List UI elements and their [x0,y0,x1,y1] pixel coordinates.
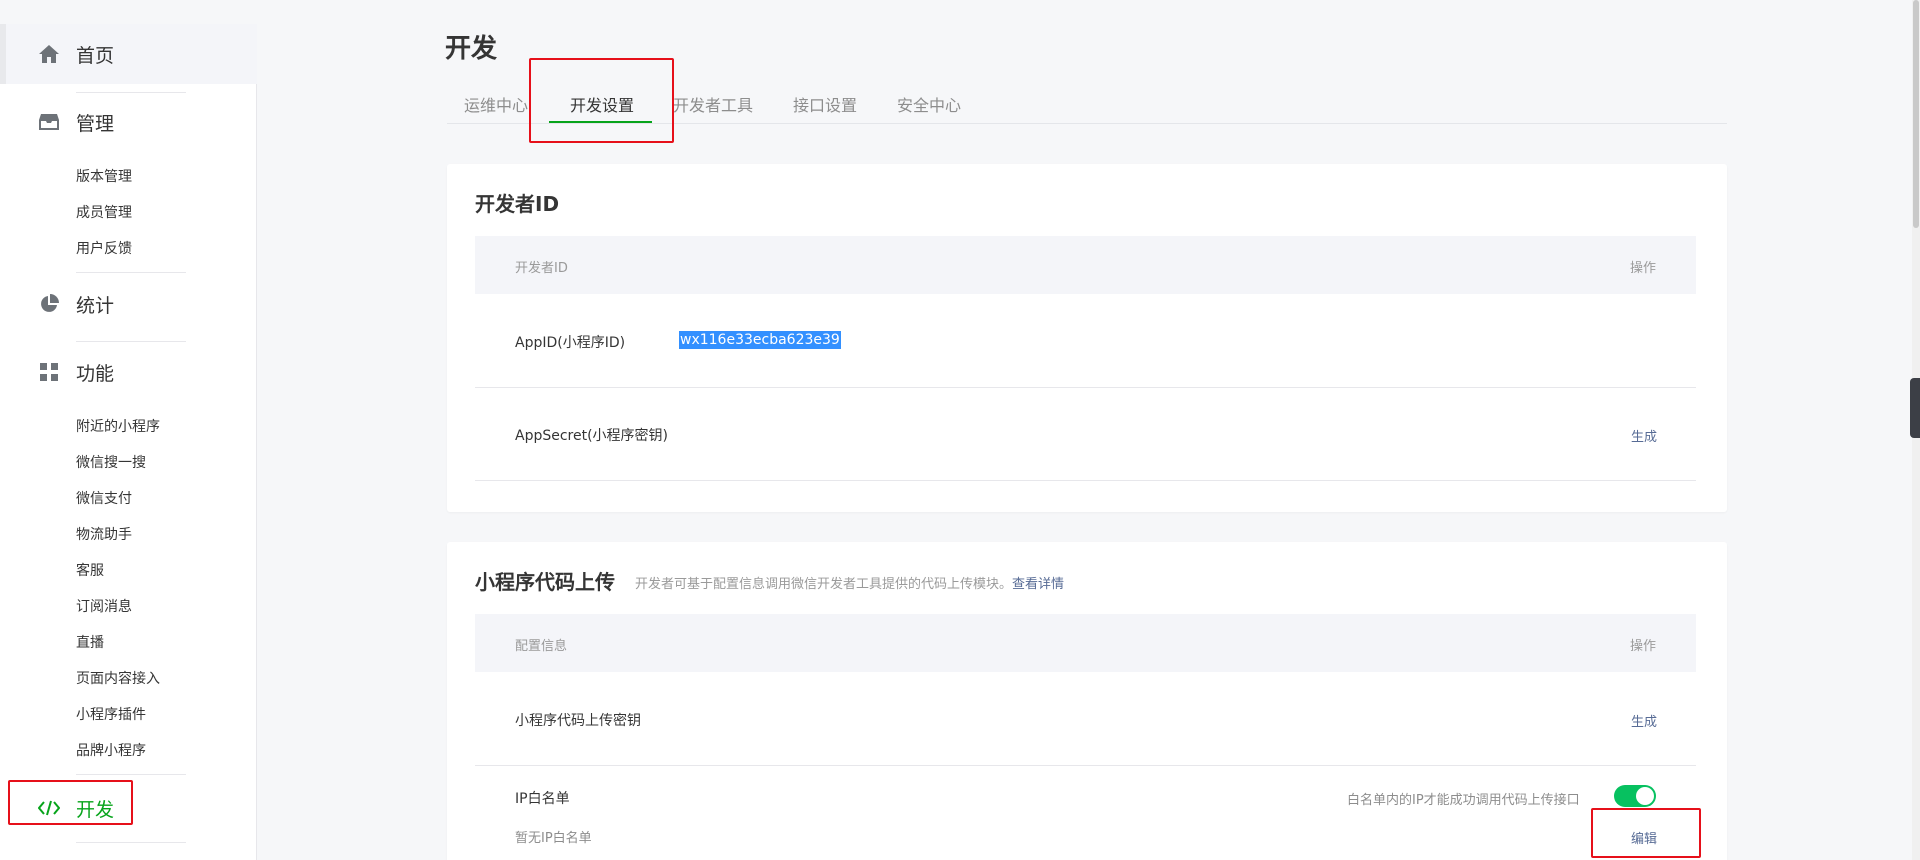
sidebar-divider [76,92,186,93]
sidebar-item-plugin[interactable]: 小程序插件 [76,704,146,724]
row-divider [475,480,1696,481]
sidebar-divider [76,341,186,342]
sidebar-item-pay[interactable]: 微信支付 [76,488,132,508]
grid-icon [38,361,60,383]
appid-label: AppID(小程序ID) [515,335,626,351]
sidebar: 首页 管理 版本管理 成员管理 用户反馈 统计 功能 附近的小程序 微信搜一搜 … [0,24,257,860]
sidebar-item-content[interactable]: 页面内容接入 [76,668,160,688]
code-icon [38,797,60,819]
sidebar-item-service[interactable]: 客服 [76,560,104,580]
pie-chart-icon [38,293,60,315]
appsecret-label: AppSecret(小程序密钥) [515,428,669,444]
sidebar-divider [76,774,186,775]
tab-dev-tools[interactable]: 开发者工具 [673,92,753,116]
sidebar-divider [76,272,186,273]
tab-bar: 运维中心 开发设置 开发者工具 接口设置 安全中心 [447,90,1727,124]
ip-whitelist-empty-text: 暂无IP白名单 [515,831,592,846]
sidebar-item-label: 统计 [76,294,115,317]
toggle-knob [1636,787,1654,805]
sidebar-item-logistics[interactable]: 物流助手 [76,524,132,544]
sidebar-item-features[interactable]: 功能 [0,354,257,390]
sidebar-item-label: 管理 [76,112,115,135]
row-divider [475,387,1696,388]
sidebar-item-members[interactable]: 成员管理 [76,202,132,222]
sidebar-item-feedback[interactable]: 用户反馈 [76,238,132,258]
tab-ops[interactable]: 运维中心 [464,92,528,116]
sidebar-item-live[interactable]: 直播 [76,632,104,652]
column-header: 配置信息 [515,639,568,654]
sidebar-item-manage[interactable]: 管理 [0,104,257,140]
upload-key-label: 小程序代码上传密钥 [515,713,641,729]
sidebar-item-label: 功能 [76,362,115,385]
sidebar-divider [76,842,186,843]
sidebar-item-home[interactable]: 首页 [0,36,257,72]
card-title: 开发者ID [475,192,560,216]
table-header: 配置信息 操作 [475,614,1696,672]
developer-id-card: 开发者ID 开发者ID 操作 AppID(小程序ID) wx116e33ecba… [447,164,1727,512]
tab-security[interactable]: 安全中心 [897,92,961,116]
generate-appsecret-link[interactable]: 生成 [1631,426,1657,445]
ip-whitelist-label: IP白名单 [515,791,570,807]
appid-value-text[interactable]: wx116e33ecba623e39 [679,331,841,349]
ip-whitelist-toggle[interactable] [1614,785,1656,807]
description-text: 开发者可基于配置信息调用微信开发者工具提供的代码上传模块。 [635,577,1013,592]
active-tab-indicator [549,121,652,123]
sidebar-item-label: 首页 [76,44,115,67]
column-header: 开发者ID [515,261,568,276]
table-header: 开发者ID 操作 [475,236,1696,294]
scrollbar-thumb[interactable] [1913,0,1919,228]
row-divider [475,765,1696,766]
column-header: 操作 [1629,639,1656,654]
sidebar-item-develop[interactable]: 开发 [0,790,257,826]
sidebar-item-search[interactable]: 微信搜一搜 [76,452,146,472]
sidebar-item-version[interactable]: 版本管理 [76,166,132,186]
card-description: 开发者可基于配置信息调用微信开发者工具提供的代码上传模块。查看详情 [635,573,1064,592]
tab-dev-settings[interactable]: 开发设置 [570,92,634,116]
page-title: 开发 [445,34,498,64]
sidebar-item-brand[interactable]: 品牌小程序 [76,740,146,760]
generate-upload-key-link[interactable]: 生成 [1631,711,1657,730]
home-icon [38,43,60,65]
appid-value[interactable]: wx116e33ecba623e39 [679,331,841,349]
column-header: 操作 [1629,261,1656,276]
inbox-icon [38,111,60,133]
card-title: 小程序代码上传 [475,570,615,594]
ip-whitelist-hint: 白名单内的IP才能成功调用代码上传接口 [1347,793,1580,808]
sidebar-item-label: 开发 [76,798,115,821]
details-link[interactable]: 查看详情 [1012,577,1064,592]
code-upload-card: 小程序代码上传 开发者可基于配置信息调用微信开发者工具提供的代码上传模块。查看详… [447,542,1727,860]
side-handle[interactable] [1910,378,1920,438]
edit-ip-whitelist-link[interactable]: 编辑 [1631,828,1657,847]
sidebar-item-subscribe[interactable]: 订阅消息 [76,596,132,616]
sidebar-item-nearby[interactable]: 附近的小程序 [76,416,160,436]
tab-api-settings[interactable]: 接口设置 [793,92,857,116]
sidebar-item-stats[interactable]: 统计 [0,286,257,322]
